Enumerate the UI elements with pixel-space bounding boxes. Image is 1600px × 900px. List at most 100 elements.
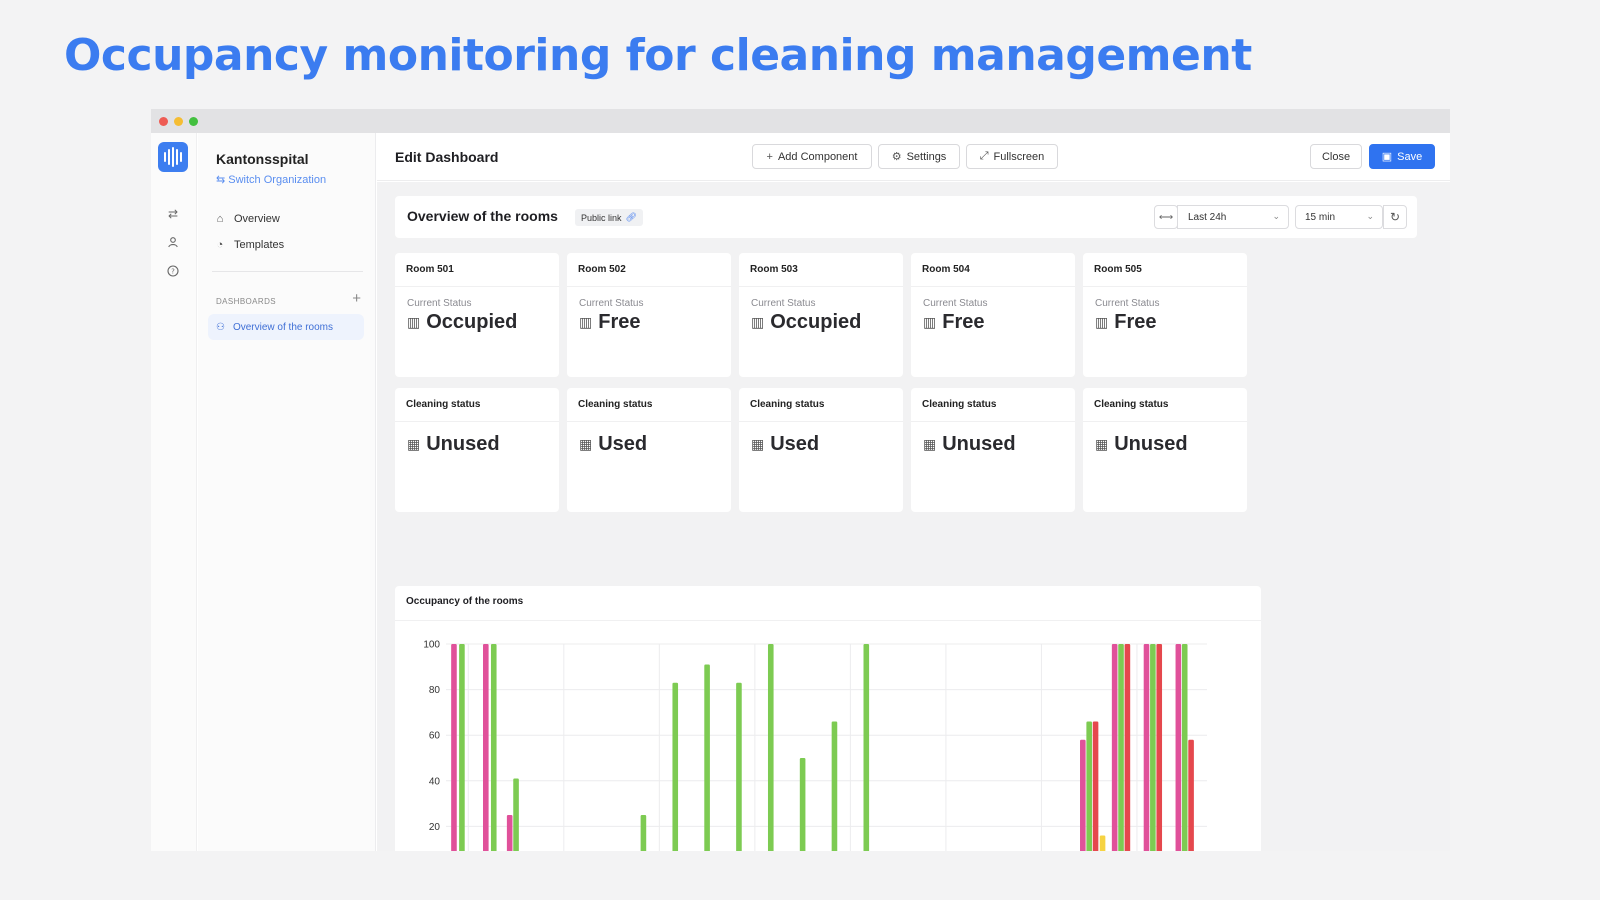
page-title: Edit Dashboard <box>395 149 499 165</box>
save-button[interactable]: ▣ Save <box>1369 144 1435 169</box>
add-dashboard-icon[interactable]: + <box>352 290 361 307</box>
refresh-button[interactable]: ↻ <box>1383 205 1407 229</box>
cleaning-status-value: Used <box>770 433 820 455</box>
occupancy-bar <box>1156 644 1163 851</box>
overview-header-card: Overview of the rooms Public link 🔗︎ ⟷ L… <box>395 196 1417 238</box>
dashboard-title: Overview of the rooms <box>407 208 558 224</box>
interval-select[interactable]: 15 min ⌄ <box>1295 205 1383 229</box>
cleaning-status-card[interactable]: Cleaning status ▦ Unused <box>911 388 1075 512</box>
building-icon: ▥ <box>751 314 765 330</box>
occupancy-bar <box>451 644 457 851</box>
cleaning-status-label: Cleaning status <box>567 388 731 422</box>
refresh-icon: ↻ <box>1389 210 1401 224</box>
add-component-button[interactable]: + Add Component <box>752 144 872 169</box>
cleaning-status: ▦ Used <box>579 433 647 456</box>
close-label: Close <box>1321 150 1351 163</box>
room-status-card[interactable]: Room 502 Current Status ▥ Free <box>567 253 731 377</box>
user-icon[interactable] <box>166 236 180 250</box>
occupancy-status: ▥ Occupied <box>751 311 861 334</box>
dashboard-item-label: Overview of the rooms <box>232 321 334 333</box>
room-name: Room 502 <box>567 253 731 287</box>
fullscreen-button[interactable]: ⤢ Fullscreen <box>966 144 1058 169</box>
cleaning-status-label: Cleaning status <box>1083 388 1247 422</box>
cleaning-status-label: Cleaning status <box>739 388 903 422</box>
cleaning-status-card[interactable]: Cleaning status ▦ Unused <box>395 388 559 512</box>
occupancy-bar <box>506 815 513 851</box>
cleaning-status-value: Unused <box>1114 433 1188 455</box>
current-status-label: Current Status <box>579 298 644 309</box>
time-range-toggle-button[interactable]: ⟷ <box>1154 205 1178 229</box>
nav-item-label: Overview <box>234 213 280 225</box>
current-status-label: Current Status <box>923 298 988 309</box>
occupancy-bar <box>490 644 497 851</box>
cleaning-status-card[interactable]: Cleaning status ▦ Unused <box>1083 388 1247 512</box>
cleaning-status-label: Cleaning status <box>911 388 1075 422</box>
time-range-select[interactable]: Last 24h ⌄ <box>1177 205 1289 229</box>
cleaning-status: ▦ Used <box>751 433 819 456</box>
interval-value: 15 min <box>1305 211 1336 223</box>
dashboard-canvas: Overview of the rooms Public link 🔗︎ ⟷ L… <box>377 182 1450 851</box>
cleaning-status-value: Unused <box>426 433 500 455</box>
occupancy-status-value: Occupied <box>426 311 518 333</box>
y-tick-label: 100 <box>423 640 440 651</box>
chevron-down-icon: ⌄ <box>1366 211 1374 221</box>
link-icon: 🔗︎ <box>625 212 637 222</box>
sidebar-divider <box>212 271 363 272</box>
occupancy-bar <box>831 721 838 851</box>
dashboards-section-label: DASHBOARDS <box>216 297 277 306</box>
settings-button[interactable]: ⚙ Settings <box>878 144 960 169</box>
switch-organization-label: Switch Organization <box>228 174 327 186</box>
switch-organization-link[interactable]: ⇆ Switch Organization <box>216 173 326 186</box>
close-button[interactable]: Close <box>1310 144 1362 169</box>
gear-icon: ⚙ <box>891 151 902 163</box>
cleaning-status-card[interactable]: Cleaning status ▦ Used <box>567 388 731 512</box>
occupancy-status: ▥ Free <box>923 311 984 334</box>
chevron-down-icon: ⌄ <box>1272 211 1280 221</box>
cleaning-status-value: Unused <box>942 433 1016 455</box>
help-icon[interactable]: ? <box>166 265 180 279</box>
building-icon: ▥ <box>923 314 937 330</box>
room-status-card[interactable]: Room 504 Current Status ▥ Free <box>911 253 1075 377</box>
room-name: Room 503 <box>739 253 903 287</box>
cleaning-status-card[interactable]: Cleaning status ▦ Used <box>739 388 903 512</box>
room-name: Room 504 <box>911 253 1075 287</box>
public-link-badge[interactable]: Public link 🔗︎ <box>575 209 643 226</box>
app-logo-icon[interactable] <box>158 142 188 172</box>
building-icon: ▥ <box>1095 314 1109 330</box>
save-icon: ▣ <box>1381 151 1393 163</box>
occupancy-bar <box>1143 644 1150 851</box>
room-status-card[interactable]: Room 503 Current Status ▥ Occupied <box>739 253 903 377</box>
add-component-label: Add Component <box>777 150 858 163</box>
occupancy-bar <box>1111 644 1118 851</box>
nav-item-overview[interactable]: ⌂ Overview <box>214 213 280 225</box>
chart-title: Occupancy of the rooms <box>406 596 524 607</box>
app-window: ⇄ ? Kantonsspital ⇆ Switch Organization … <box>151 109 1450 851</box>
occupancy-bar <box>513 778 519 851</box>
close-window-dot[interactable] <box>159 117 168 126</box>
save-label: Save <box>1397 150 1423 163</box>
settings-label: Settings <box>906 150 947 163</box>
current-status-label: Current Status <box>1095 298 1160 309</box>
sidebar: Kantonsspital ⇆ Switch Organization ⌂ Ov… <box>198 133 376 851</box>
occupancy-status: ▥ Occupied <box>407 311 517 334</box>
occupancy-chart-card: Occupancy of the rooms 0 20 40 60 80 100 18:00… <box>395 586 1261 851</box>
fullscreen-icon: ⤢ <box>979 150 989 162</box>
range-width-icon: ⟷ <box>1158 211 1174 223</box>
sidebar-item-overview-of-the-rooms[interactable]: ⚇ Overview of the rooms <box>208 314 364 340</box>
switch-icon[interactable]: ⇄ <box>166 207 180 221</box>
fullscreen-label: Fullscreen <box>993 150 1045 163</box>
maximize-window-dot[interactable] <box>189 117 198 126</box>
room-name: Room 501 <box>395 253 559 287</box>
nav-item-templates[interactable]: ◔ Templates <box>214 239 284 251</box>
room-status-card[interactable]: Room 505 Current Status ▥ Free <box>1083 253 1247 377</box>
occupancy-status: ▥ Free <box>1095 311 1156 334</box>
cleaning-status: ▦ Unused <box>1095 433 1188 456</box>
minimize-window-dot[interactable] <box>174 117 183 126</box>
cleaning-cart-icon: ▦ <box>1095 436 1109 452</box>
cleaning-cart-icon: ▦ <box>579 436 593 452</box>
cleaning-status-label: Cleaning status <box>395 388 559 422</box>
room-status-card[interactable]: Room 501 Current Status ▥ Occupied <box>395 253 559 377</box>
cleaning-status: ▦ Unused <box>923 433 1016 456</box>
y-tick-label: 40 <box>429 776 441 787</box>
occupancy-chart: 02040608010018:00 21:00 29. Aug. 03:00 06:00… <box>423 640 1207 851</box>
